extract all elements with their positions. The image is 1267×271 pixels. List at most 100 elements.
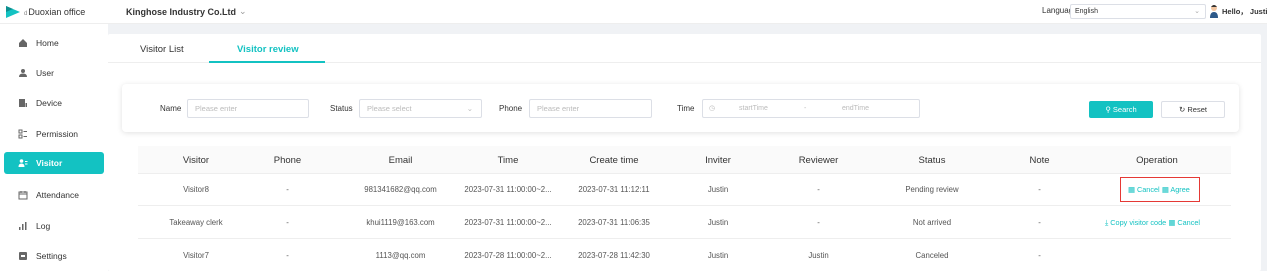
- column-header: Reviewer: [798, 155, 839, 166]
- search-button-label: Search: [1112, 105, 1137, 114]
- cancel-link[interactable]: ▦ Cancel: [1128, 185, 1160, 194]
- clock-icon: ◷: [709, 105, 716, 112]
- column-header: Visitor: [182, 155, 210, 166]
- reviewer-cell: Justin: [808, 251, 829, 260]
- tab-visitor-review[interactable]: Visitor review: [237, 44, 299, 55]
- copy-visitor-code-link[interactable]: ⤓ Copy visitor code: [1105, 218, 1166, 227]
- column-header: Status: [918, 155, 946, 166]
- document-icon: ▦: [1168, 218, 1176, 227]
- log-icon: [19, 222, 27, 230]
- sidebar-item-home[interactable]: Home: [4, 32, 104, 54]
- note-cell: -: [1038, 218, 1041, 227]
- phone-label: Phone: [499, 104, 523, 113]
- sidebar-item-permission[interactable]: Permission: [4, 123, 104, 145]
- sidebar-item-label: Attendance: [36, 190, 80, 200]
- document-icon: ▦: [1128, 185, 1135, 194]
- sidebar-item-settings[interactable]: Settings: [4, 245, 104, 267]
- search-button[interactable]: ⚲ Search: [1089, 101, 1153, 118]
- note-cell: -: [1038, 185, 1041, 194]
- phone-placeholder: Please enter: [537, 104, 580, 113]
- table-header: Visitor Phone Email Time Create time Inv…: [138, 146, 1231, 174]
- email-cell: 981341682@qq.com: [364, 185, 437, 194]
- reset-button[interactable]: ↻ Reset: [1161, 101, 1225, 118]
- visitor-icon: [18, 159, 28, 167]
- reset-button-label: Reset: [1187, 105, 1207, 114]
- status-cell: Not arrived: [912, 218, 952, 227]
- phone-input[interactable]: Please enter: [529, 99, 652, 118]
- start-time-input[interactable]: startTime: [739, 100, 768, 117]
- phone-cell: -: [286, 251, 289, 260]
- sidebar-item-label: Settings: [36, 251, 67, 261]
- status-select[interactable]: Please select ⌄: [359, 99, 482, 118]
- sidebar-item-attendance[interactable]: Attendance: [4, 184, 104, 206]
- sidebar-item-log[interactable]: Log: [4, 215, 104, 237]
- time-label: Time: [677, 104, 695, 113]
- company-name: Kinghose Industry Co.Ltd: [126, 6, 236, 17]
- name-label: Name: [160, 104, 182, 113]
- chevron-down-icon: ⌄: [466, 104, 473, 113]
- operation-cell: ▦ Cancel ▦ Agree: [1128, 185, 1198, 194]
- filter-panel: Name Please enter Status Please select ⌄…: [122, 84, 1239, 132]
- cancel-link[interactable]: ▦ Cancel: [1168, 218, 1200, 227]
- time-cell: 2023-07-31 11:00:00~2...: [464, 218, 552, 227]
- range-separator: -: [804, 105, 807, 112]
- tab-visitor-list[interactable]: Visitor List: [140, 44, 184, 55]
- sidebar-item-label: Device: [36, 98, 62, 108]
- time-cell: 2023-07-28 11:00:00~2...: [464, 251, 552, 260]
- chevron-down-icon: ⌄: [239, 6, 247, 16]
- time-cell: 2023-07-31 11:00:00~2...: [464, 185, 552, 194]
- name-input[interactable]: Please enter: [187, 99, 309, 118]
- home-icon: [19, 39, 27, 47]
- language-select[interactable]: English ⌄: [1070, 4, 1206, 19]
- inviter-cell: Justin: [707, 218, 729, 227]
- avatar[interactable]: [1209, 4, 1219, 18]
- sidebar-item-label: Home: [36, 38, 59, 48]
- reviewer-cell: -: [817, 185, 820, 194]
- sidebar-item-label: Permission: [36, 129, 79, 139]
- main-panel: Visitor List Visitor review Name Please …: [108, 34, 1261, 271]
- name-placeholder: Please enter: [195, 104, 238, 113]
- search-icon: ⚲: [1105, 105, 1111, 114]
- app-logo[interactable]: dDuoxian office: [6, 5, 85, 19]
- time-range-picker[interactable]: ◷ startTime - endTime: [702, 99, 920, 118]
- top-bar: dDuoxian office Kinghose Industry Co.Ltd…: [0, 0, 1267, 24]
- table-row: Takeaway clerk - khui1119@163.com 2023-0…: [138, 207, 1231, 239]
- end-time-input[interactable]: endTime: [842, 100, 869, 117]
- note-cell: -: [1038, 251, 1041, 260]
- logo-text: dDuoxian office: [24, 7, 86, 17]
- tab-bar: Visitor List Visitor review: [108, 34, 1261, 63]
- sidebar-item-user[interactable]: User: [4, 62, 104, 84]
- reviewer-cell: -: [817, 218, 820, 227]
- device-icon: [19, 99, 27, 107]
- calendar-icon: [18, 191, 28, 200]
- agree-link[interactable]: ▦ Agree: [1162, 185, 1190, 194]
- reset-icon: ↻: [1179, 105, 1186, 114]
- status-cell: Pending review: [905, 185, 959, 194]
- column-header: Phone: [273, 155, 302, 166]
- create-time-cell: 2023-07-31 11:12:11: [578, 185, 650, 194]
- download-icon: ⤓: [1105, 218, 1109, 227]
- inviter-cell: Justin: [707, 251, 729, 260]
- active-tab-indicator: [209, 61, 325, 63]
- chevron-down-icon: ⌄: [1194, 8, 1200, 15]
- status-label: Status: [330, 104, 353, 113]
- user-menu[interactable]: Hello， Justin ⌄: [1222, 6, 1267, 17]
- sidebar-item-visitor[interactable]: Visitor: [4, 152, 104, 174]
- language-value: English: [1075, 8, 1098, 15]
- column-header: Note: [1029, 155, 1050, 166]
- operation-cell: ⤓ Copy visitor code ▦ Cancel: [1105, 218, 1230, 228]
- sidebar-item-label: Log: [36, 221, 51, 231]
- column-header: Create time: [589, 155, 639, 166]
- sidebar: Home User Device Permission Visitor Atte…: [0, 24, 108, 271]
- status-cell: Canceled: [915, 251, 949, 260]
- email-cell: khui1119@163.com: [366, 218, 435, 227]
- sidebar-item-device[interactable]: Device: [4, 92, 104, 114]
- table-row: Visitor7 - 1113@qq.com 2023-07-28 11:00:…: [138, 240, 1231, 271]
- email-cell: 1113@qq.com: [375, 251, 426, 260]
- greeting-text: Hello， Justin: [1222, 7, 1267, 16]
- column-header: Operation: [1136, 155, 1178, 166]
- sidebar-item-label: Visitor: [36, 158, 63, 168]
- visitor-cell: Visitor7: [183, 251, 209, 260]
- company-selector[interactable]: Kinghose Industry Co.Ltd ⌄: [126, 6, 247, 17]
- column-header: Time: [497, 155, 519, 166]
